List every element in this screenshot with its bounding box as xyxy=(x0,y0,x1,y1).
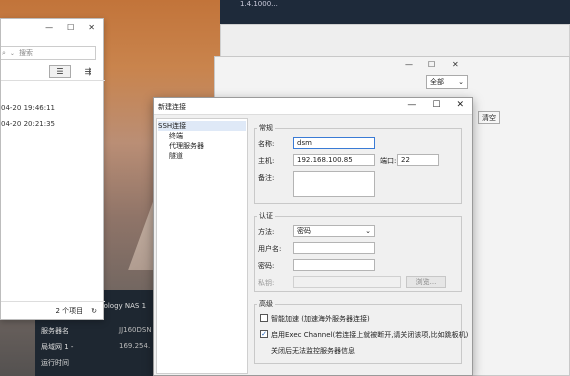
close-icon[interactable]: ✕ xyxy=(452,60,459,69)
minimize-icon[interactable]: — xyxy=(45,24,53,32)
settings-tree: SSH连接 终端 代理服务器 隧道 xyxy=(156,118,248,374)
filter-value: 全部 xyxy=(430,78,444,86)
dialog-titlebar: 新建连接 — ☐ ✕ xyxy=(154,98,472,115)
general-group-label: 常规 xyxy=(257,123,275,133)
method-label: 方法: xyxy=(258,228,275,236)
smart-accel-label: 智能加速 (加速海外服务器连接) xyxy=(271,315,370,323)
advanced-group-label: 高级 xyxy=(257,299,275,309)
key-label: 私钥: xyxy=(258,279,275,287)
search-icon: ⌕ xyxy=(2,48,6,57)
private-key-input[interactable] xyxy=(293,276,401,288)
details-pane-button[interactable]: ⇶ xyxy=(77,65,99,78)
browse-label: 浏览... xyxy=(415,278,437,286)
maximize-icon[interactable]: ☐ xyxy=(67,24,74,32)
port-label: 端口: xyxy=(380,157,397,165)
tree-item-tunnel[interactable]: 隧道 xyxy=(169,151,183,161)
tree-item-terminal[interactable]: 终端 xyxy=(169,131,183,141)
password-label: 密码: xyxy=(258,262,275,270)
clear-button[interactable]: 清空 xyxy=(478,111,500,124)
list-item[interactable]: 04-20 19:46:11 xyxy=(1,101,105,115)
clear-label: 清空 xyxy=(482,113,496,122)
terminal-window[interactable]: 1.4.1000... xyxy=(220,0,570,24)
username-input[interactable] xyxy=(293,242,375,254)
chevron-down-icon[interactable]: ⌄ xyxy=(10,50,15,57)
chevron-down-icon: ⌄ xyxy=(458,78,464,86)
note-textarea[interactable] xyxy=(293,171,375,197)
browse-button[interactable]: 浏览... xyxy=(406,276,446,288)
tree-item-ssh[interactable]: SSH连接 xyxy=(158,121,246,131)
list-item[interactable]: 04-20 20:21:35 xyxy=(1,117,105,131)
password-input[interactable] xyxy=(293,259,375,271)
search-input[interactable]: ⌕ ⌄ 搜索 xyxy=(1,46,96,60)
name-label: 名称: xyxy=(258,140,275,148)
exec-channel-note: 关闭后无法监控服务器信息 xyxy=(271,347,355,355)
method-select[interactable]: 密码 ⌄ xyxy=(293,225,375,237)
item-count: 2 个项目 xyxy=(55,306,84,315)
server-name-value: JJ160DSN xyxy=(119,326,152,334)
status-bar: 2 个项目 ↻ xyxy=(1,301,105,319)
search-placeholder: 搜索 xyxy=(18,49,33,57)
auth-group-label: 认证 xyxy=(257,211,275,221)
exec-channel-checkbox[interactable]: ✓ xyxy=(260,330,268,338)
new-connection-dialog[interactable]: 新建连接 — ☐ ✕ SSH连接 终端 代理服务器 隧道 常规 名称: dsm … xyxy=(153,97,473,376)
name-input[interactable]: dsm xyxy=(293,137,375,149)
username-label: 用户名: xyxy=(258,245,282,253)
dialog-title: 新建连接 xyxy=(158,103,186,111)
host-input[interactable]: 192.168.100.85 xyxy=(293,154,375,166)
chevron-down-icon: ⌄ xyxy=(365,227,371,235)
explorer-titlebar: — ☐ ✕ xyxy=(1,19,103,37)
method-value: 密码 xyxy=(297,227,311,235)
close-icon[interactable]: ✕ xyxy=(456,100,464,110)
lan-value: 169.254. xyxy=(119,342,151,350)
filter-select[interactable]: 全部 ⌄ xyxy=(426,75,468,89)
note-label: 备注: xyxy=(258,174,275,182)
terminal-text: 1.4.1000... xyxy=(240,0,278,8)
smart-accel-checkbox[interactable] xyxy=(260,314,268,322)
minimize-icon[interactable]: — xyxy=(407,100,416,110)
list-view-button[interactable]: ☰ xyxy=(49,65,71,78)
view-toolbar: ☰ ⇶ xyxy=(1,63,105,81)
close-icon[interactable]: ✕ xyxy=(88,24,95,32)
minimize-icon[interactable]: — xyxy=(405,60,413,69)
file-explorer-window[interactable]: — ☐ ✕ ⌕ ⌄ 搜索 ☰ ⇶ 04-20 19:46:11 04-20 20… xyxy=(0,18,105,320)
refresh-icon[interactable]: ↻ xyxy=(91,307,97,315)
maximize-icon[interactable]: ☐ xyxy=(428,60,435,69)
tree-item-proxy[interactable]: 代理服务器 xyxy=(169,141,204,151)
exec-channel-label: 启用Exec Channel(若连接上就被断开,请关闭该项,比如跳板机) xyxy=(271,331,469,339)
server-name-label: 服务器名 xyxy=(41,327,69,335)
host-label: 主机: xyxy=(258,157,275,165)
uptime-label: 运行时间 xyxy=(41,359,69,367)
maximize-icon[interactable]: ☐ xyxy=(432,100,440,110)
port-input[interactable]: 22 xyxy=(397,154,439,166)
lan-label: 局域网 1 - xyxy=(41,343,74,351)
